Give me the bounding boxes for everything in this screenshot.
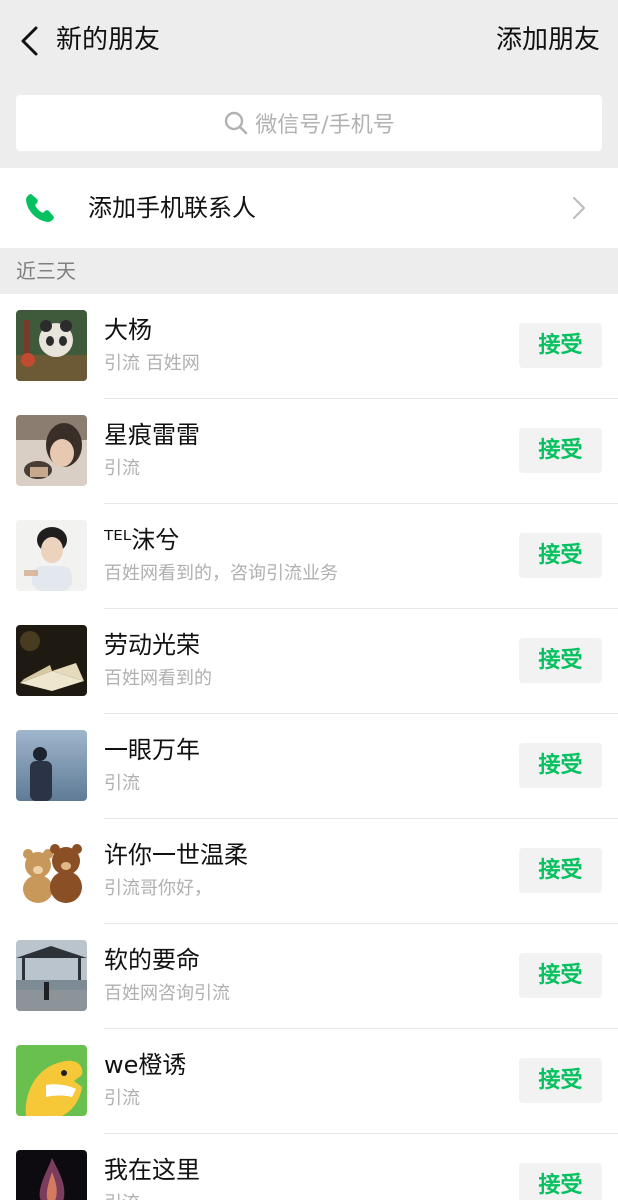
friend-request-item[interactable]: 劳动光荣 百姓网看到的 接受	[0, 609, 618, 714]
chevron-right-icon	[572, 196, 586, 220]
accept-button[interactable]: 接受	[519, 428, 602, 473]
accept-button[interactable]: 接受	[519, 323, 602, 368]
avatar-image	[16, 1150, 87, 1200]
friend-request-item[interactable]: 大杨 引流 百姓网 接受	[0, 294, 618, 399]
avatar-image	[16, 730, 87, 801]
avatar-image	[16, 940, 87, 1011]
friend-name: 我在这里	[104, 1156, 200, 1184]
avatar	[16, 730, 87, 801]
friend-message: 百姓网咨询引流	[104, 983, 230, 1004]
page-title: 新的朋友	[56, 25, 161, 55]
accept-button[interactable]: 接受	[519, 848, 602, 893]
friend-request-item[interactable]: 许你一世温柔 引流哥你好， 接受	[0, 819, 618, 924]
friend-request-item[interactable]: 一眼万年 引流 接受	[0, 714, 618, 819]
friend-message: 引流	[104, 458, 140, 479]
friend-name: 许你一世温柔	[104, 841, 248, 869]
avatar	[16, 310, 87, 381]
add-phone-contacts-row[interactable]: 添加手机联系人	[0, 168, 618, 248]
accept-button[interactable]: 接受	[519, 953, 602, 998]
add-phone-contacts-label: 添加手机联系人	[88, 194, 256, 222]
friend-message: 引流	[104, 1088, 140, 1109]
section-header: 近三天	[0, 248, 618, 294]
accept-button[interactable]: 接受	[519, 743, 602, 788]
friend-message: 引流	[104, 1192, 140, 1200]
accept-button[interactable]: 接受	[519, 638, 602, 683]
avatar-image	[16, 625, 87, 696]
friend-request-item[interactable]: 我在这里 引流 接受	[0, 1134, 618, 1200]
friend-request-item[interactable]: 星痕雷雷 引流 接受	[0, 399, 618, 504]
friend-request-item[interactable]: ᵀᴱᴸ沫兮 百姓网看到的，咨询引流业务 接受	[0, 504, 618, 609]
friend-request-item[interactable]: we橙诱 引流 接受	[0, 1029, 618, 1134]
friend-name: 软的要命	[104, 946, 200, 974]
avatar	[16, 415, 87, 486]
accept-button[interactable]: 接受	[519, 533, 602, 578]
friend-request-item[interactable]: 软的要命 百姓网咨询引流 接受	[0, 924, 618, 1029]
avatar-image	[16, 520, 87, 591]
nav-bar: 新的朋友 添加朋友	[0, 0, 618, 82]
friend-message: 引流 百姓网	[104, 353, 200, 374]
avatar	[16, 835, 87, 906]
back-button[interactable]	[18, 24, 42, 58]
add-friends-button[interactable]: 添加朋友	[496, 22, 600, 58]
accept-button[interactable]: 接受	[519, 1163, 602, 1200]
friend-message: 百姓网看到的，咨询引流业务	[104, 563, 338, 584]
avatar-image	[16, 1045, 87, 1116]
search-input[interactable]: 微信号/手机号	[16, 95, 602, 151]
avatar	[16, 625, 87, 696]
avatar	[16, 1150, 87, 1200]
friend-message: 引流哥你好，	[104, 878, 212, 899]
avatar-image	[16, 310, 87, 381]
friend-name: 大杨	[104, 316, 152, 344]
accept-button[interactable]: 接受	[519, 1058, 602, 1103]
avatar	[16, 940, 87, 1011]
search-placeholder: 微信号/手机号	[255, 113, 395, 138]
phone-icon	[26, 194, 54, 222]
avatar	[16, 520, 87, 591]
avatar-image	[16, 415, 87, 486]
avatar	[16, 1045, 87, 1116]
friend-message: 引流	[104, 773, 140, 794]
search-icon	[225, 111, 248, 135]
chevron-left-icon	[21, 26, 38, 56]
friend-request-list: 大杨 引流 百姓网 接受 星痕雷雷 引流 接受 ᵀᴱᴸ沫兮 百姓网看到的，咨询引…	[0, 294, 618, 1200]
friend-name: ᵀᴱᴸ沫兮	[104, 526, 180, 554]
friend-name: 一眼万年	[104, 736, 200, 764]
avatar-image	[16, 835, 87, 906]
friend-name: 劳动光荣	[104, 631, 200, 659]
search-bar: 微信号/手机号	[0, 82, 618, 168]
friend-name: 星痕雷雷	[104, 421, 200, 449]
section-label: 近三天	[16, 259, 76, 283]
friend-name: we橙诱	[104, 1051, 187, 1079]
friend-message: 百姓网看到的	[104, 668, 212, 689]
